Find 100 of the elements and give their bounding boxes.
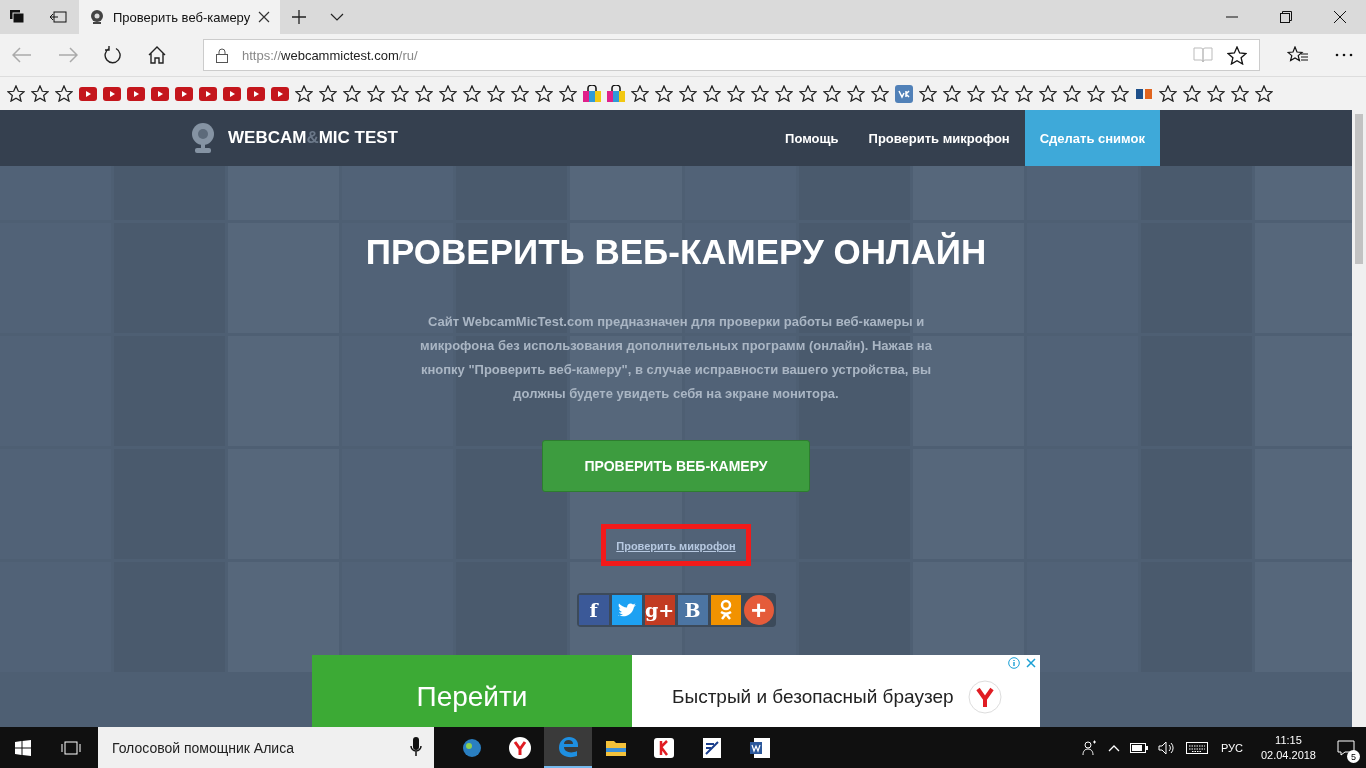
clock-time[interactable]: 11:15 <box>1275 732 1302 748</box>
tab-title: Проверить веб-камеру <box>113 9 251 25</box>
star-icon[interactable] <box>343 85 361 102</box>
task-view-icon[interactable] <box>61 740 81 755</box>
star-icon[interactable] <box>1039 85 1057 102</box>
speaker-icon[interactable] <box>1157 740 1176 755</box>
star-icon[interactable] <box>1231 85 1249 102</box>
bird-icon[interactable] <box>611 595 642 625</box>
shopping-bag-icon[interactable] <box>583 85 601 102</box>
star-icon[interactable] <box>487 85 505 102</box>
star-icon[interactable] <box>727 85 745 102</box>
star-icon[interactable] <box>7 85 25 102</box>
star-icon[interactable] <box>919 85 937 102</box>
star-icon[interactable] <box>439 85 457 102</box>
star-icon[interactable] <box>31 85 49 102</box>
url-text: https://webcammictest.com/ru/ <box>242 47 418 63</box>
play-icon[interactable] <box>175 86 193 101</box>
star-icon[interactable] <box>655 85 673 102</box>
star-icon[interactable] <box>463 85 481 102</box>
star-icon[interactable] <box>1015 85 1033 102</box>
info-icon[interactable] <box>1008 657 1020 669</box>
document-icon <box>748 735 772 760</box>
play-icon[interactable] <box>271 86 289 101</box>
play-icon[interactable] <box>79 86 97 101</box>
star-icon[interactable] <box>871 85 889 102</box>
star-icon[interactable] <box>679 85 697 102</box>
notification-button[interactable]: 5 <box>1326 727 1366 768</box>
close-icon[interactable] <box>258 11 271 23</box>
star-icon[interactable] <box>55 85 73 102</box>
star-icon[interactable] <box>367 85 385 102</box>
clock-date[interactable]: 02.04.2018 <box>1260 747 1316 763</box>
browser-tab[interactable]: Проверить веб-камеру <box>79 0 281 34</box>
tab-list-icon[interactable] <box>49 10 67 24</box>
people-icon[interactable] <box>1081 739 1098 756</box>
bookmark-favicon-icon[interactable] <box>1135 86 1153 101</box>
star-icon[interactable] <box>1207 85 1225 102</box>
star-icon[interactable] <box>967 85 985 102</box>
logo-text[interactable]: WEBCAM&MIC TEST <box>228 128 398 148</box>
test-microphone-link[interactable]: Проверить микрофон <box>616 540 736 552</box>
share-button[interactable]: f <box>578 595 609 625</box>
close-icon[interactable] <box>1334 11 1346 23</box>
document-icon <box>700 735 724 760</box>
language-indicator[interactable]: РУС <box>1220 741 1243 754</box>
share-button[interactable]: B <box>677 595 708 625</box>
shopping-bag-icon[interactable] <box>607 85 625 102</box>
more-icon[interactable] <box>1335 53 1353 57</box>
keyboard-icon[interactable] <box>1185 741 1208 754</box>
play-icon[interactable] <box>127 86 145 101</box>
star-icon[interactable] <box>511 85 529 102</box>
bookmark-favicon-icon[interactable] <box>895 84 913 103</box>
star-icon[interactable] <box>847 85 865 102</box>
address-field[interactable]: https://webcammictest.com/ru/ <box>203 39 1260 71</box>
star-icon[interactable] <box>1183 85 1201 102</box>
search-field[interactable]: Голосовой помощник Алиса <box>98 727 434 768</box>
star-icon[interactable] <box>991 85 1009 102</box>
tabs-aside-icon[interactable] <box>9 9 25 25</box>
scrollbar[interactable] <box>1352 110 1366 727</box>
star-icon[interactable] <box>1227 45 1247 65</box>
windows-logo-icon[interactable] <box>15 739 31 756</box>
chevron-up-icon[interactable] <box>1107 743 1120 752</box>
star-icon[interactable] <box>823 85 841 102</box>
star-icon[interactable] <box>751 85 769 102</box>
star-icon[interactable] <box>295 85 313 102</box>
share-button[interactable]: g+ <box>644 595 675 625</box>
star-icon[interactable] <box>1111 85 1129 102</box>
star-icon[interactable] <box>703 85 721 102</box>
circle-logo-icon <box>508 735 532 760</box>
play-icon[interactable] <box>223 86 241 101</box>
star-icon[interactable] <box>1063 85 1081 102</box>
microphone-icon[interactable] <box>410 737 422 757</box>
refresh-icon[interactable] <box>104 46 122 64</box>
play-icon[interactable] <box>151 86 169 101</box>
star-icon[interactable] <box>799 85 817 102</box>
star-icon[interactable] <box>1087 85 1105 102</box>
star-icon[interactable] <box>319 85 337 102</box>
play-icon[interactable] <box>103 86 121 101</box>
new-tab-icon[interactable] <box>292 10 307 24</box>
star-icon[interactable] <box>631 85 649 102</box>
favorites-list-icon[interactable] <box>1287 46 1309 64</box>
play-icon[interactable] <box>247 86 265 101</box>
star-icon[interactable] <box>535 85 553 102</box>
nav-link[interactable]: Помощь <box>770 110 854 166</box>
star-icon[interactable] <box>415 85 433 102</box>
nav-link[interactable]: Проверить микрофон <box>853 110 1025 166</box>
star-icon[interactable] <box>1159 85 1177 102</box>
ad-banner[interactable]: Перейти Быстрый и безопасный браузер <box>312 655 1040 727</box>
person-icon[interactable] <box>710 595 741 625</box>
star-icon[interactable] <box>1255 85 1273 102</box>
message-icon <box>1337 739 1355 756</box>
star-icon[interactable] <box>943 85 961 102</box>
webcam-icon <box>89 9 105 25</box>
star-icon[interactable] <box>775 85 793 102</box>
star-icon[interactable] <box>391 85 409 102</box>
chevron-down-icon[interactable] <box>330 13 345 21</box>
home-icon[interactable] <box>148 46 166 64</box>
star-icon[interactable] <box>559 85 577 102</box>
restore-icon[interactable] <box>1280 11 1292 23</box>
share-button[interactable]: + <box>743 595 774 625</box>
play-icon[interactable] <box>199 86 217 101</box>
battery-icon[interactable] <box>1129 742 1148 753</box>
